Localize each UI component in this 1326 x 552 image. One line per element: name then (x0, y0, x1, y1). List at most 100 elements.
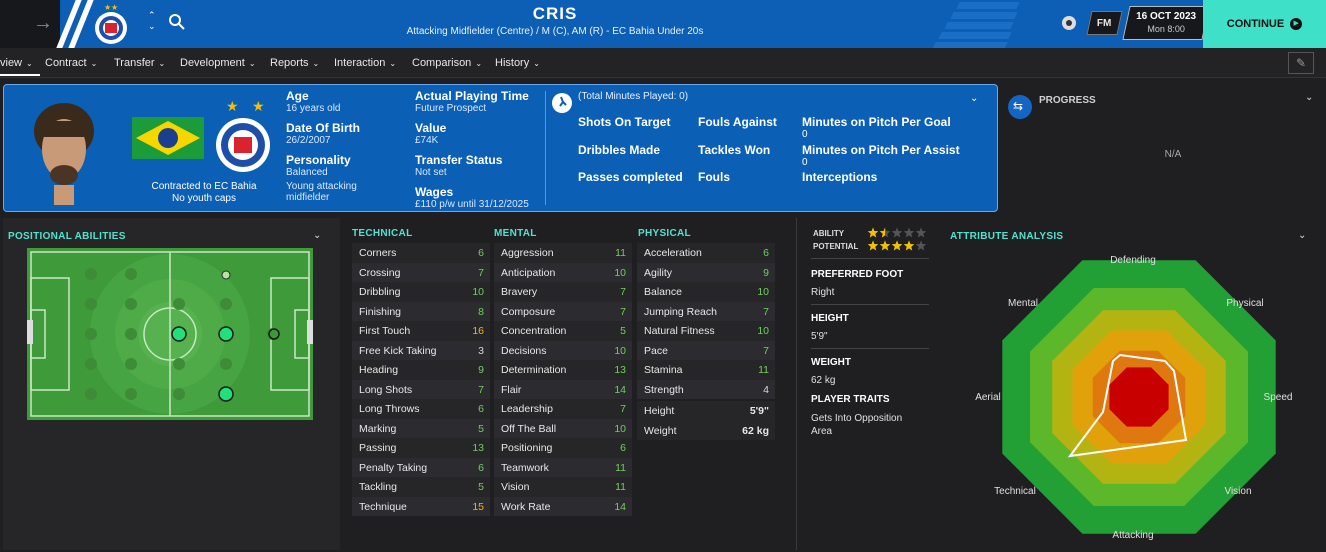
pencil-icon: ✎ (1296, 56, 1307, 70)
attribute-row[interactable]: Acceleration 6 (637, 243, 775, 263)
attribute-row[interactable]: Technique 15 (352, 496, 490, 516)
attributes-panel: TECHNICAL MENTAL PHYSICAL Corners 6 Crossi… (348, 218, 792, 550)
attribute-row[interactable]: Aggression 11 (494, 243, 632, 263)
attribute-name: Stamina (644, 364, 683, 376)
svg-text:★: ★ (226, 98, 239, 114)
chevron-down-icon[interactable]: ⌄ (970, 93, 978, 104)
mental-title: MENTAL (494, 228, 537, 239)
continue-button[interactable]: CONTINUE ▶ (1203, 0, 1326, 48)
attribute-name: Bravery (501, 286, 538, 298)
attribute-row[interactable]: First Touch 16 (352, 321, 490, 341)
attribute-row[interactable]: Flair 14 (494, 379, 632, 399)
chevron-down-icon: ⌄ (158, 59, 166, 68)
attribute-row[interactable]: Decisions 10 (494, 340, 632, 360)
attribute-name: Aggression (501, 247, 554, 259)
attribute-row[interactable]: Anticipation 10 (494, 262, 632, 282)
chevron-down-icon[interactable]: ⌄ (313, 230, 321, 241)
transfer-status-value: Not set (415, 167, 447, 178)
attribute-row[interactable]: Corners 6 (352, 243, 490, 263)
attribute-radar-chart (1002, 260, 1276, 534)
technical-title: TECHNICAL (352, 228, 413, 239)
fm-menu-button[interactable]: FM (1086, 11, 1123, 35)
attribute-value: 7 (763, 305, 769, 318)
attribute-value: 10 (757, 325, 769, 337)
attribute-row[interactable]: Penalty Taking 6 (352, 457, 490, 477)
attribute-name: Long Throws (359, 403, 420, 415)
attribute-row[interactable]: Dribbling 10 (352, 282, 490, 302)
attribute-row[interactable]: Long Shots 7 (352, 379, 490, 399)
side-height-value: 5'9" (811, 331, 828, 342)
attribute-row[interactable]: Determination 13 (494, 360, 632, 380)
attribute-row[interactable]: Off The Ball 10 (494, 418, 632, 438)
value-label: Value (415, 121, 447, 135)
preferred-foot-value: Right (811, 287, 835, 298)
star-empty (891, 227, 903, 238)
attribute-row[interactable]: Free Kick Taking 3 (352, 340, 490, 360)
attribute-name: Penalty Taking (359, 461, 428, 474)
attribute-row[interactable]: Long Throws 6 (352, 399, 490, 419)
tab-reports[interactable]: Reports ⌄ (270, 57, 319, 69)
attribute-row[interactable]: Marking 5 (352, 418, 490, 438)
chevron-down-icon: ⌄ (312, 59, 320, 68)
attribute-value: 6 (478, 247, 484, 259)
divider (811, 304, 929, 305)
height-value: 5'9" (749, 405, 769, 417)
attribute-row[interactable]: Tackling 5 (352, 477, 490, 497)
minutes-played-note: (Total Minutes Played: 0) (578, 91, 689, 102)
tab-comparison[interactable]: Comparison ⌄ (412, 57, 482, 69)
progress-title: PROGRESS (1039, 95, 1096, 106)
attribute-value: 7 (478, 383, 484, 396)
attribute-name: Off The Ball (501, 422, 557, 435)
attribute-name: Leadership (501, 403, 553, 415)
attribute-value: 6 (478, 403, 484, 415)
tab-interaction[interactable]: Interaction ⌄ (334, 57, 396, 69)
attribute-row[interactable]: Work Rate 14 (494, 496, 632, 516)
attribute-row[interactable]: Concentration 5 (494, 321, 632, 341)
chevron-down-icon: ⌄ (90, 59, 98, 68)
radar-axis-label: Mental (1007, 298, 1038, 309)
attribute-row[interactable]: Passing 13 (352, 438, 490, 458)
attribute-value: 14 (614, 500, 626, 513)
player-summary-panel: ABILITY POTENTIAL PREFERRED FOOT Right H… (796, 218, 940, 550)
side-height-label: HEIGHT (811, 313, 849, 324)
tab-history[interactable]: History ⌄ (495, 57, 540, 69)
attribute-row[interactable]: Positioning 6 (494, 438, 632, 458)
attribute-row[interactable]: Leadership 7 (494, 399, 632, 419)
attribute-value: 6 (763, 247, 769, 259)
attribute-row[interactable]: Vision 11 (494, 477, 632, 497)
attribute-row[interactable]: Teamwork 11 (494, 457, 632, 477)
attribute-row[interactable]: Stamina 11 (637, 360, 775, 380)
tab-contract[interactable]: Contract ⌄ (45, 57, 97, 69)
edit-button[interactable]: ✎ (1288, 52, 1314, 74)
chevron-down-icon[interactable]: ⌄ (1305, 92, 1313, 103)
tab-label: Transfer (114, 57, 155, 69)
attribute-value: 7 (620, 403, 626, 415)
news-ball-icon[interactable] (1060, 14, 1078, 32)
attribute-row[interactable]: Natural Fitness 10 (637, 321, 775, 341)
personality-label: Personality (286, 153, 351, 167)
attribute-row[interactable]: Balance 10 (637, 282, 775, 302)
tab-transfer[interactable]: Transfer ⌄ (114, 57, 165, 69)
play-icon: ▶ (1290, 18, 1303, 30)
attribute-row[interactable]: Finishing 8 (352, 301, 490, 321)
media-description-2: midfielder (286, 192, 330, 203)
attribute-row[interactable]: Jumping Reach 7 (637, 301, 775, 321)
radar-axis-label: Technical (994, 486, 1036, 497)
attribute-name: Determination (501, 364, 567, 376)
media-description: Young attacking (286, 181, 357, 192)
attribute-row[interactable]: Pace 7 (637, 340, 775, 360)
attribute-name: Marking (359, 422, 397, 435)
attribute-row[interactable]: Composure 7 (494, 301, 632, 321)
chevron-down-icon: ⌄ (475, 59, 483, 68)
attribute-name: Jumping Reach (644, 305, 717, 318)
attribute-name: Balance (644, 286, 682, 298)
tab-development[interactable]: Development ⌄ (180, 57, 256, 69)
attribute-row[interactable]: Crossing 7 (352, 262, 490, 282)
date-display[interactable]: 16 OCT 2023 Mon 8:00 (1122, 6, 1210, 40)
attribute-name: Corners (359, 247, 397, 259)
tab-overview[interactable]: view ⌄ (0, 57, 33, 69)
attribute-row[interactable]: Heading 9 (352, 360, 490, 380)
attribute-row[interactable]: Bravery 7 (494, 282, 632, 302)
attribute-row[interactable]: Agility 9 (637, 262, 775, 282)
attribute-row[interactable]: Strength 4 (637, 379, 775, 399)
